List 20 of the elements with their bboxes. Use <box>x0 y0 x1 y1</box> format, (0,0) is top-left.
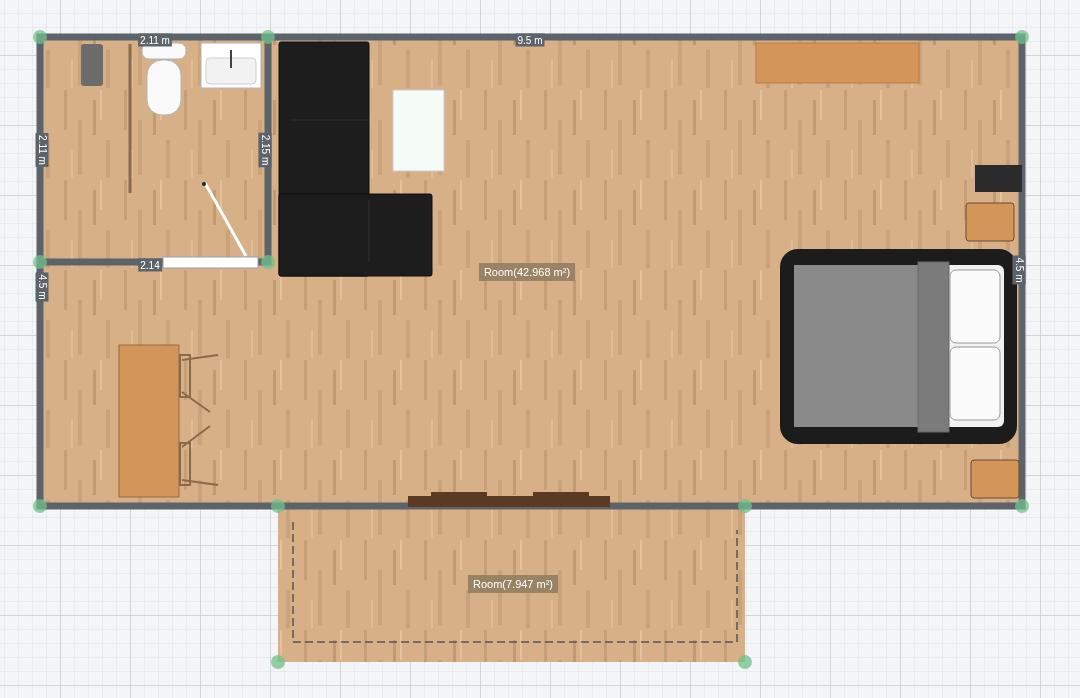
sink <box>200 42 262 89</box>
corner-handle <box>271 655 285 669</box>
corner-handle <box>1015 499 1029 513</box>
corner-handle <box>261 255 275 269</box>
heater-unit <box>975 165 1022 192</box>
chair <box>179 354 219 413</box>
shower-mat <box>81 44 103 86</box>
corner-handle <box>261 30 275 44</box>
nightstand <box>965 202 1015 242</box>
room-label: Room(42.968 m²) <box>478 263 576 281</box>
corner-handle <box>33 499 47 513</box>
nightstand <box>970 459 1020 499</box>
chair <box>179 425 219 486</box>
corner-handle <box>33 30 47 44</box>
corner-handle <box>271 499 285 513</box>
room-label: Room(7.947 m²) <box>467 575 559 593</box>
corner-handle <box>738 655 752 669</box>
corner-handle <box>738 499 752 513</box>
corner-handle <box>1015 30 1029 44</box>
corner-handle <box>33 255 47 269</box>
